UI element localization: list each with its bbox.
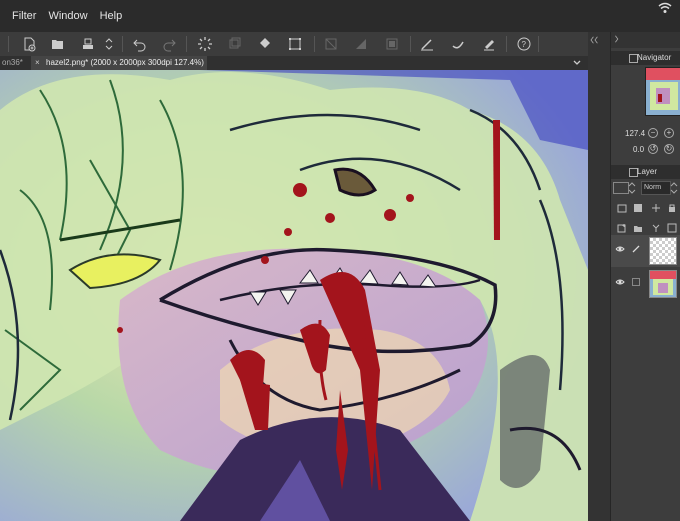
- help-icon: ?: [517, 37, 531, 51]
- document-tab-bar: on36* × hazel2.png* (2000 x 2000px 300dpi…: [0, 56, 588, 70]
- brush-icon: [452, 41, 464, 49]
- invert-selection-button[interactable]: [352, 35, 370, 53]
- navigator-preview: [646, 68, 680, 115]
- chevron-updown-icon[interactable]: [628, 182, 636, 194]
- tab-title: hazel2.png* (2000 x 2000px 300dpi 127.4%…: [46, 58, 204, 67]
- zoom-out-icon[interactable]: −: [648, 128, 658, 138]
- merge-icon: [652, 224, 660, 232]
- eraser-tool-button[interactable]: [480, 35, 498, 53]
- wifi-icon: [658, 2, 672, 13]
- lock-icon: [669, 204, 675, 212]
- brush-tool-button[interactable]: [449, 35, 467, 53]
- close-tab-icon[interactable]: ×: [35, 56, 43, 70]
- layer-property-toggle[interactable]: [613, 182, 629, 194]
- chevron-down-icon[interactable]: [572, 58, 582, 68]
- transform-icon: [289, 38, 301, 50]
- pencil-edit-icon: [632, 245, 640, 253]
- new-file-button[interactable]: [20, 35, 38, 53]
- navigator-thumbnail[interactable]: [645, 67, 680, 116]
- undo-button[interactable]: [131, 35, 149, 53]
- visibility-eye-icon[interactable]: [615, 278, 625, 286]
- layer-panel-header[interactable]: Layer: [611, 165, 680, 179]
- loading-spinner: [196, 35, 214, 53]
- layer-row-empty[interactable]: [611, 235, 680, 267]
- rotate-left-icon[interactable]: ↺: [648, 144, 658, 154]
- tab-current-document[interactable]: × hazel2.png* (2000 x 2000px 300dpi 127.4…: [31, 56, 207, 70]
- redo-button[interactable]: [160, 35, 178, 53]
- merge-layer-button[interactable]: [651, 220, 661, 232]
- zoom-in-icon[interactable]: +: [664, 128, 674, 138]
- open-button[interactable]: [49, 35, 67, 53]
- pen-icon: [421, 39, 433, 51]
- new-file-icon: [24, 37, 36, 52]
- layer-thumbnail-empty: [649, 237, 677, 265]
- lock-layer-button[interactable]: [667, 200, 677, 212]
- new-raster-layer-button[interactable]: [617, 200, 627, 213]
- save-options-button[interactable]: [100, 35, 118, 53]
- folder-icon: [634, 226, 642, 232]
- visibility-eye-icon[interactable]: [615, 245, 625, 253]
- rotation-row: 0.0 ↺ ↻: [611, 143, 680, 157]
- new-folder-button[interactable]: [633, 220, 643, 232]
- side-panel: Navigator 127.4 − + 0.0 ↺ ↻ Layer Norm: [610, 32, 680, 521]
- zoom-value[interactable]: 127.4: [625, 129, 645, 138]
- copy-icon: [229, 37, 241, 49]
- menu-filter[interactable]: Filter: [12, 10, 36, 22]
- rotation-value[interactable]: 0.0: [633, 145, 644, 154]
- selection-border-button[interactable]: [383, 35, 401, 53]
- drawing-canvas[interactable]: [0, 70, 588, 521]
- panel-collapse-strip: [588, 32, 610, 521]
- new-vector-layer-button[interactable]: [633, 200, 643, 212]
- open-folder-icon: [52, 40, 63, 49]
- chevron-updown-icon: [105, 38, 113, 50]
- copy-button[interactable]: [225, 35, 243, 53]
- menu-help[interactable]: Help: [100, 10, 123, 22]
- layer-icon: [617, 204, 627, 213]
- layer-options-button[interactable]: [667, 220, 677, 233]
- help-button[interactable]: ?: [515, 35, 533, 53]
- transform-button[interactable]: [286, 35, 304, 53]
- selection-border-icon: [386, 38, 398, 50]
- save-button[interactable]: [79, 35, 97, 53]
- invert-selection-icon: [356, 39, 366, 49]
- svg-text:?: ?: [522, 40, 527, 49]
- navigator-panel-header[interactable]: Navigator: [611, 51, 680, 65]
- save-icon: [83, 38, 93, 49]
- vector-layer-icon: [634, 204, 642, 212]
- tab-previous-document[interactable]: on36*: [0, 56, 32, 70]
- collapse-panel-icon[interactable]: [590, 36, 608, 44]
- artwork-mini-preview: [650, 271, 676, 295]
- navigator-label: Navigator: [637, 53, 672, 62]
- new-layer-icon: [617, 224, 626, 233]
- menu-window[interactable]: Window: [48, 10, 87, 22]
- command-toolbar: ?: [0, 32, 610, 57]
- clear-selection-icon: [325, 38, 337, 50]
- panel-top-strip: [611, 32, 680, 48]
- new-layer-button[interactable]: [617, 220, 627, 233]
- layer-checkbox[interactable]: [632, 278, 640, 286]
- fill-button[interactable]: [256, 35, 274, 53]
- layer-row-artwork[interactable]: [611, 268, 680, 300]
- artwork: [0, 70, 588, 521]
- layer-thumbnail-artwork: [649, 270, 677, 298]
- layer-options-icon: [667, 223, 677, 233]
- clear-selection-button[interactable]: [322, 35, 340, 53]
- layer-action-icon: [652, 204, 660, 212]
- pen-tool-button[interactable]: [418, 35, 436, 53]
- rotate-right-icon[interactable]: ↻: [664, 144, 674, 154]
- eraser-icon: [484, 40, 494, 51]
- spinner-icon: [198, 37, 212, 51]
- blend-mode-select[interactable]: Norm: [641, 181, 671, 195]
- expand-panel-icon[interactable]: [613, 35, 621, 43]
- layer-label: Layer: [637, 167, 658, 176]
- undo-icon: [133, 39, 146, 52]
- paint-bucket-icon: [260, 38, 270, 48]
- chevron-updown-icon[interactable]: [670, 182, 678, 194]
- menu-bar: Filter Window Help: [0, 0, 680, 32]
- layer-action-button[interactable]: [651, 200, 661, 212]
- redo-icon: [163, 39, 176, 52]
- zoom-row: 127.4 − +: [611, 127, 680, 141]
